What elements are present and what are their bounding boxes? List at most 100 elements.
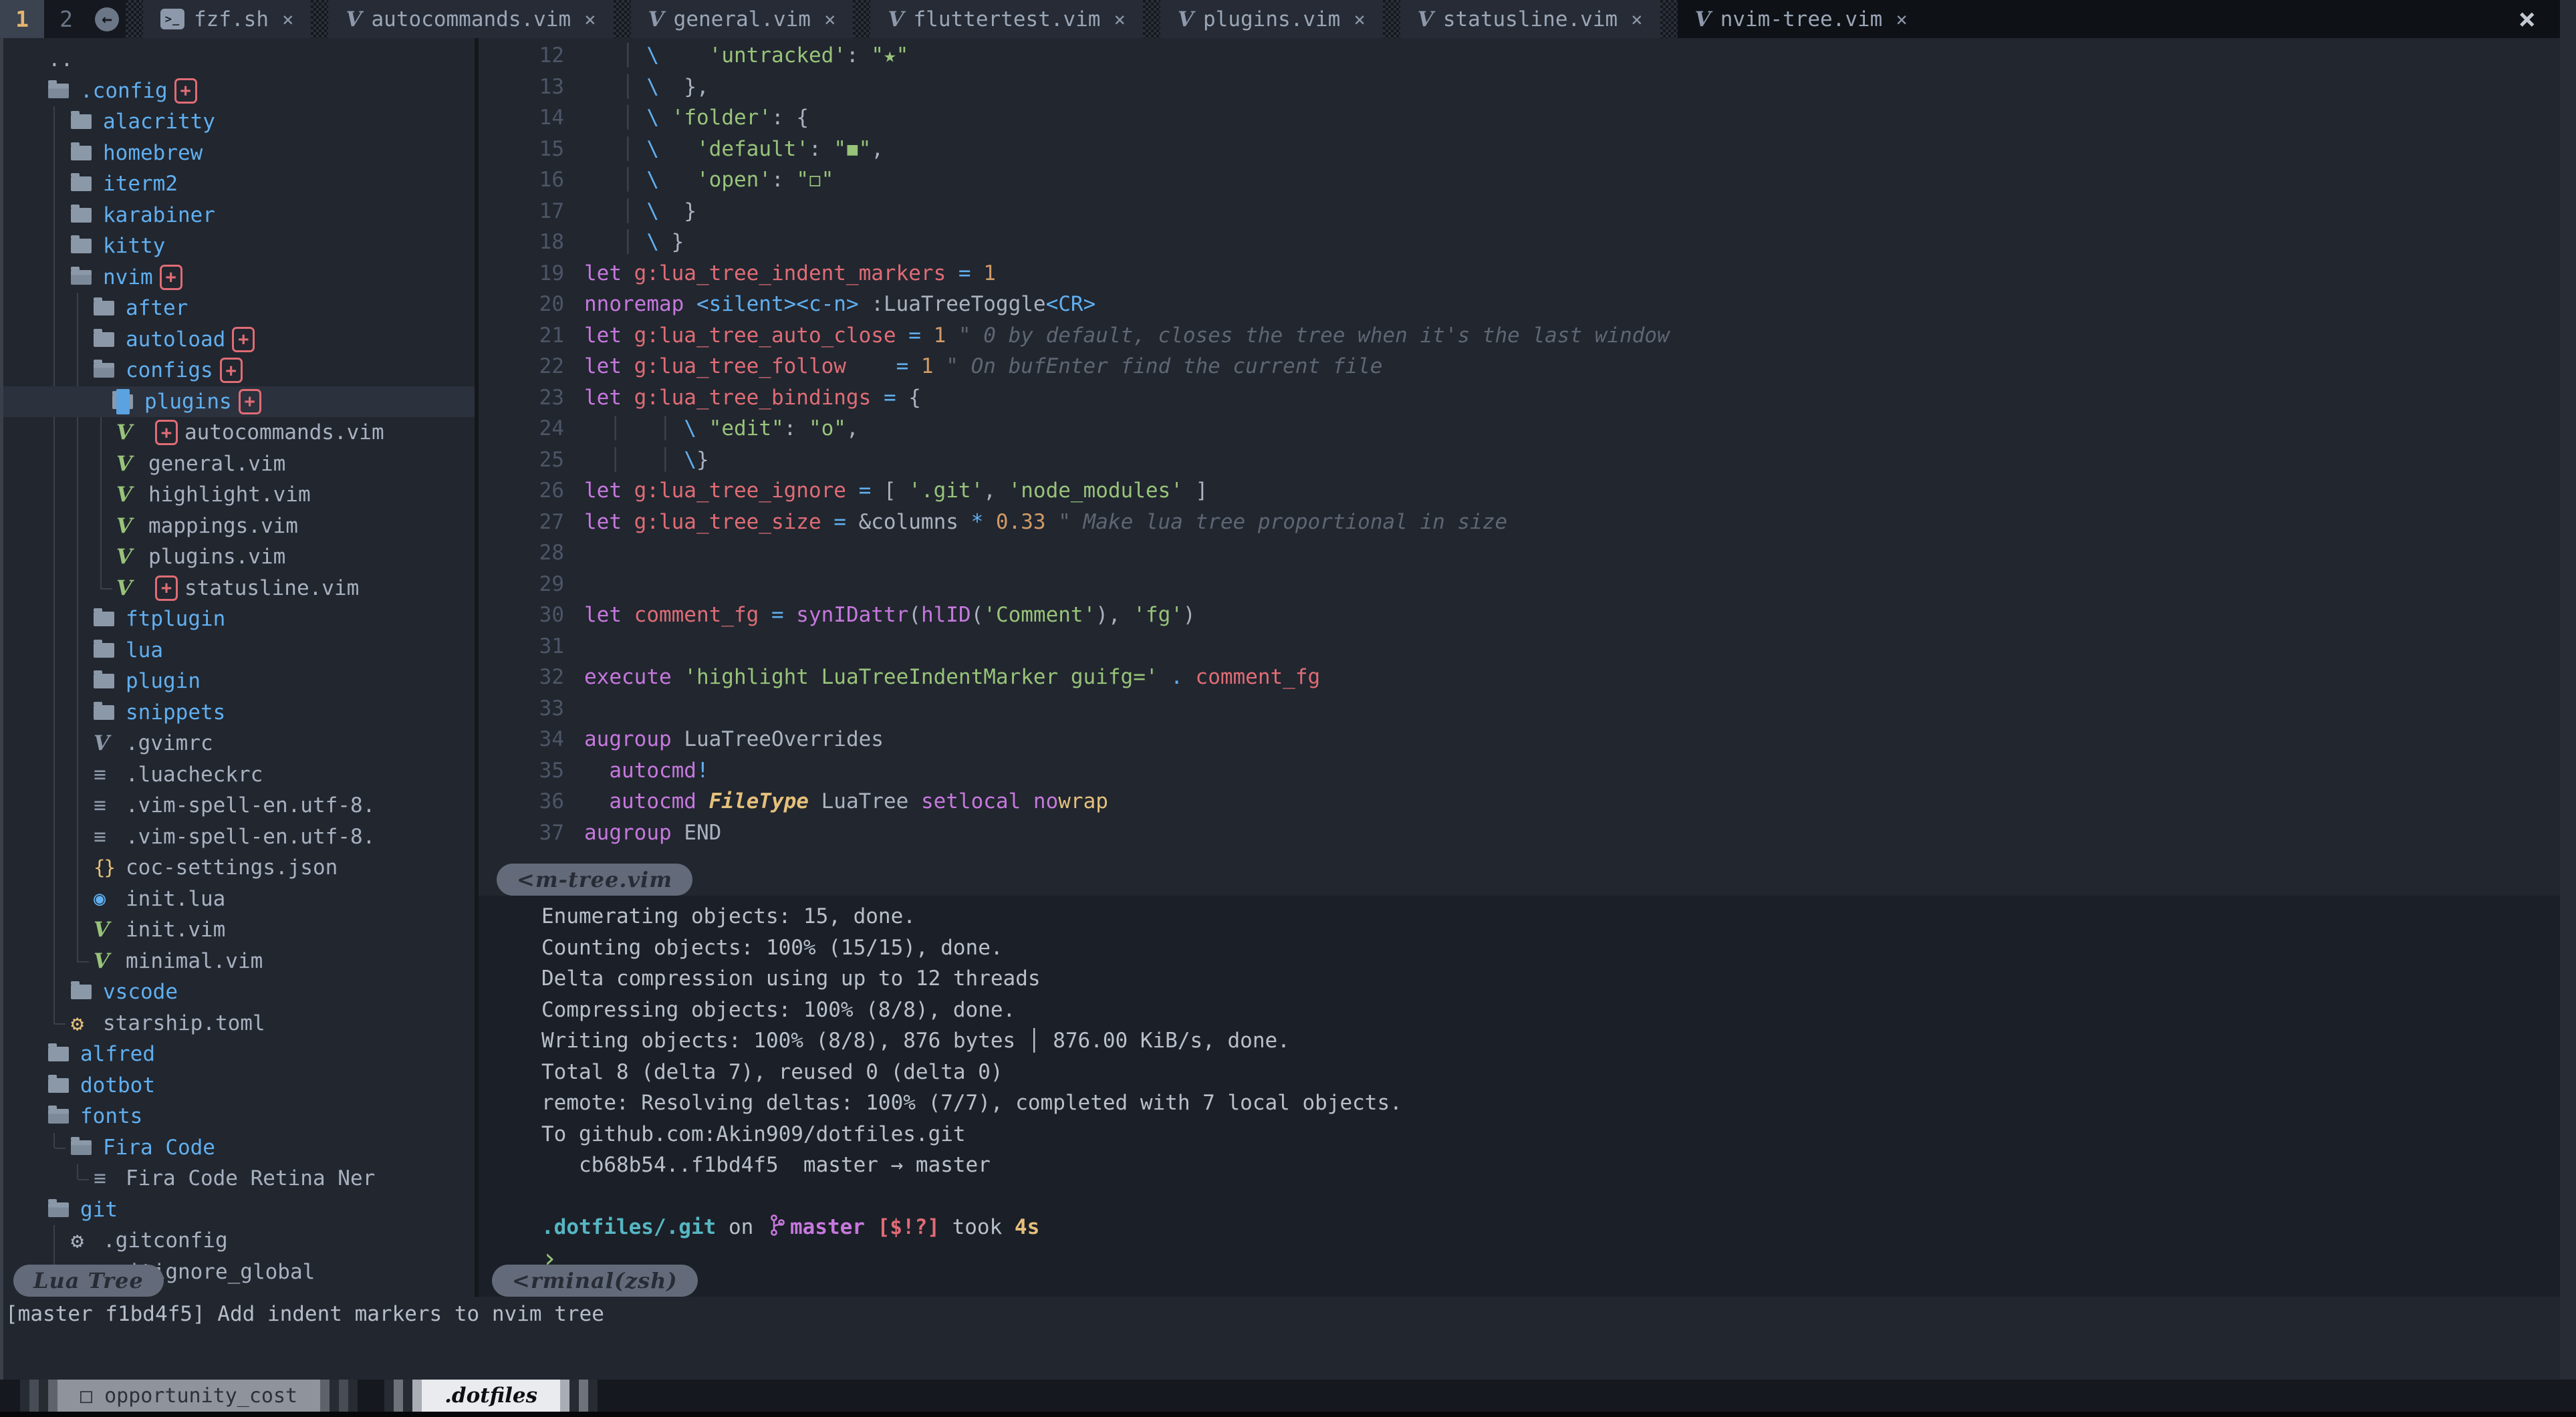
tmux-pane-number-active[interactable]: 1 — [0, 0, 44, 38]
git-new-badge: + — [239, 389, 261, 414]
tree-item-highlight.vim[interactable]: Vhighlight.vim — [0, 479, 475, 511]
tree-item-git[interactable]: git — [0, 1194, 475, 1226]
tree-item-.vim-spell-en.utf-8.[interactable]: ≡.vim-spell-en.utf-8. — [0, 790, 475, 821]
tab-plugins.vim[interactable]: Vplugins.vim× — [1160, 0, 1383, 38]
code-line-34[interactable]: 34augroup LuaTreeOverrides — [479, 724, 2560, 755]
code-line-23[interactable]: 23let g:lua_tree_bindings = { — [479, 382, 2560, 414]
tmux-pane-number-other[interactable]: 2 — [44, 0, 88, 38]
tree-item-after[interactable]: after — [0, 293, 475, 324]
code-line-14[interactable]: 14 │ \ 'folder': { — [479, 102, 2560, 134]
code-line-29[interactable]: 29 — [479, 569, 2560, 600]
tree-item-Fira-Code-Retina-Ner[interactable]: ≡Fira Code Retina Ner — [0, 1163, 475, 1194]
tmux-window-dotfiles-active[interactable]: .dotfiles — [422, 1380, 560, 1412]
tree-item-plugins[interactable]: plugins+ — [0, 386, 475, 418]
gear-icon: ⚙ — [71, 1011, 95, 1036]
tree-item-alacritty[interactable]: alacritty — [0, 106, 475, 138]
tab-close-icon[interactable]: × — [1354, 8, 1365, 31]
tree-item-dotbot[interactable]: dotbot — [0, 1070, 475, 1102]
code-line-27[interactable]: 27let g:lua_tree_size = &columns * 0.33 … — [479, 507, 2560, 538]
tree-item-label: ftplugin — [126, 607, 225, 631]
tree-item-.config[interactable]: .config+ — [0, 76, 475, 107]
tree-item-snippets[interactable]: snippets — [0, 697, 475, 729]
tree-item-karabiner[interactable]: karabiner — [0, 200, 475, 231]
code-line-16[interactable]: 16 │ \ 'open': "◻" — [479, 164, 2560, 196]
tab-autocommands.vim[interactable]: Vautocommands.vim× — [328, 0, 613, 38]
tree-item-..[interactable]: .. — [0, 44, 475, 76]
folder-icon — [48, 1047, 72, 1061]
tree-item-.vim-spell-en.utf-8.[interactable]: ≡.vim-spell-en.utf-8. — [0, 821, 475, 853]
editor-buffer[interactable]: 12 │ \ 'untracked': "★"13 │ \ },14 │ \ '… — [479, 38, 2560, 896]
tree-item-.luacheckrc[interactable]: ≡.luacheckrc — [0, 759, 475, 791]
tree-item-starship.toml[interactable]: ⚙starship.toml — [0, 1008, 475, 1039]
code-line-28[interactable]: 28 — [479, 537, 2560, 569]
tree-item-statusline.vim[interactable]: V+statusline.vim — [0, 573, 475, 604]
back-arrow-icon: ← — [95, 7, 119, 31]
terminal-pane[interactable]: Enumerating objects: 15, done.Counting o… — [479, 896, 2560, 1297]
code-line-18[interactable]: 18 │ \ } — [479, 227, 2560, 258]
code-line-36[interactable]: 36 autocmd FileType LuaTree setlocal now… — [479, 786, 2560, 817]
code-line-20[interactable]: 20nnoremap <silent><c-n> :LuaTreeToggle<… — [479, 289, 2560, 320]
code-line-19[interactable]: 19let g:lua_tree_indent_markers = 1 — [479, 258, 2560, 289]
tree-item-label: plugin — [126, 669, 201, 693]
tree-item-ftplugin[interactable]: ftplugin — [0, 604, 475, 635]
code-line-22[interactable]: 22let g:lua_tree_follow = 1 " On bufEnte… — [479, 351, 2560, 382]
tree-item-alfred[interactable]: alfred — [0, 1039, 475, 1070]
vim-file-icon: V — [116, 483, 140, 507]
code-line-31[interactable]: 31 — [479, 631, 2560, 662]
close-all-icon[interactable]: × — [2519, 5, 2537, 34]
tree-item-init.vim[interactable]: Vinit.vim — [0, 914, 475, 946]
tree-item-vscode[interactable]: vscode — [0, 977, 475, 1008]
code-line-24[interactable]: 24 │ │ \ "edit": "o", — [479, 413, 2560, 444]
tree-item-.gitconfig[interactable]: ⚙.gitconfig — [0, 1225, 475, 1257]
code-line-15[interactable]: 15 │ \ 'default': "◼", — [479, 134, 2560, 165]
code-line-32[interactable]: 32execute 'highlight LuaTreeIndentMarker… — [479, 662, 2560, 693]
tree-item-label: nvim — [103, 265, 153, 289]
tree-item-init.lua[interactable]: ◉init.lua — [0, 884, 475, 915]
tree-item-coc-settings.json[interactable]: {}coc-settings.json — [0, 852, 475, 884]
code-line-26[interactable]: 26let g:lua_tree_ignore = [ '.git', 'nod… — [479, 475, 2560, 507]
tree-item-minimal.vim[interactable]: Vminimal.vim — [0, 946, 475, 977]
tab-statusline.vim[interactable]: Vstatusline.vim× — [1400, 0, 1660, 38]
tree-item-.gvimrc[interactable]: V.gvimrc — [0, 728, 475, 759]
tree-item-nvim[interactable]: nvim+ — [0, 262, 475, 293]
tree-item-kitty[interactable]: kitty — [0, 231, 475, 262]
terminal-output-line: Enumerating objects: 15, done. — [541, 901, 2560, 932]
code-line-33[interactable]: 33 — [479, 693, 2560, 725]
vim-icon: V — [648, 7, 664, 31]
tree-item-Fira-Code[interactable]: Fira Code — [0, 1132, 475, 1164]
shell-input-line[interactable]: › — [541, 1243, 2560, 1275]
tree-item-general.vim[interactable]: Vgeneral.vim — [0, 448, 475, 480]
code-line-21[interactable]: 21let g:lua_tree_auto_close = 1 " 0 by d… — [479, 320, 2560, 352]
tree-item-mappings.vim[interactable]: Vmappings.vim — [0, 511, 475, 542]
tab-close-icon[interactable]: × — [824, 8, 835, 31]
tree-item-plugin[interactable]: plugin — [0, 666, 475, 697]
tree-item-plugins.vim[interactable]: Vplugins.vim — [0, 541, 475, 573]
tab-label: plugins.vim — [1203, 7, 1340, 31]
tree-item-lua[interactable]: lua — [0, 635, 475, 666]
code-line-17[interactable]: 17 │ \ } — [479, 196, 2560, 227]
tab-close-icon[interactable]: × — [1896, 8, 1907, 31]
tree-item-configs[interactable]: configs+ — [0, 355, 475, 386]
code-line-13[interactable]: 13 │ \ }, — [479, 72, 2560, 103]
tree-item-autocommands.vim[interactable]: V+autocommands.vim — [0, 417, 475, 448]
tab-fzf.sh[interactable]: >_fzf.sh× — [143, 0, 311, 38]
tree-item-fonts[interactable]: fonts — [0, 1101, 475, 1132]
tmux-window-opportunity-cost[interactable]: □ opportunity_cost — [57, 1380, 320, 1412]
tab-close-icon[interactable]: × — [584, 8, 596, 31]
code-line-12[interactable]: 12 │ \ 'untracked': "★" — [479, 40, 2560, 72]
tab-general.vim[interactable]: Vgeneral.vim× — [631, 0, 854, 38]
back-arrow-button[interactable]: ← — [88, 0, 126, 38]
tab-close-icon[interactable]: × — [282, 8, 293, 31]
code-line-25[interactable]: 25 │ │ \} — [479, 444, 2560, 476]
code-line-35[interactable]: 35 autocmd! — [479, 755, 2560, 787]
tab-nvim-tree.vim[interactable]: Vnvim-tree.vim× — [1678, 0, 1925, 38]
code-line-37[interactable]: 37augroup END — [479, 817, 2560, 849]
tree-item-homebrew[interactable]: homebrew — [0, 138, 475, 169]
code-line-30[interactable]: 30let comment_fg = synIDattr(hlID('Comme… — [479, 600, 2560, 631]
tree-item-iterm2[interactable]: iterm2 — [0, 168, 475, 200]
tab-close-icon[interactable]: × — [1114, 8, 1125, 31]
tab-close-icon[interactable]: × — [1631, 8, 1642, 31]
tree-item-autoload[interactable]: autoload+ — [0, 324, 475, 356]
vim-icon: V — [1418, 7, 1434, 31]
tab-fluttertest.vim[interactable]: Vfluttertest.vim× — [870, 0, 1143, 38]
